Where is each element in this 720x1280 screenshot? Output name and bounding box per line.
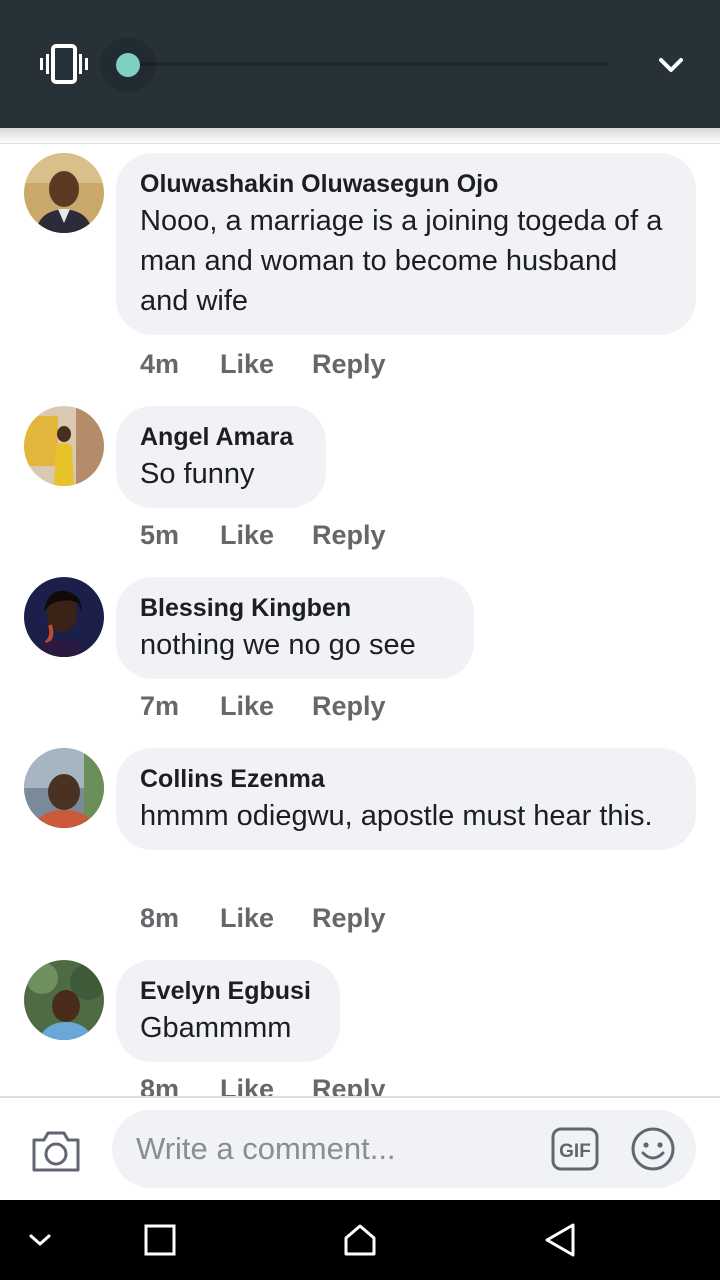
like-button[interactable]: Like xyxy=(220,1074,312,1096)
camera-icon[interactable] xyxy=(30,1128,82,1174)
comment-author[interactable]: Collins Ezenma xyxy=(140,762,672,796)
comment-actions: 7m Like Reply xyxy=(140,691,386,722)
comment-actions: 8m Like Reply xyxy=(140,1074,386,1096)
comment-actions: 8m Like Reply xyxy=(140,903,386,934)
recents-square-icon xyxy=(144,1224,176,1256)
comment-actions: 5m Like Reply xyxy=(140,520,386,551)
comment-bubble[interactable]: Angel Amara So funny xyxy=(116,406,326,508)
vibrate-icon[interactable] xyxy=(38,44,90,84)
comment-text: Gbammmm xyxy=(140,1012,292,1044)
volume-panel xyxy=(0,0,720,128)
comment-actions: 4m Like Reply xyxy=(140,349,386,380)
chevron-down-icon[interactable] xyxy=(654,52,688,78)
reply-button[interactable]: Reply xyxy=(312,349,386,380)
nav-recents-button[interactable] xyxy=(120,1200,200,1280)
comment-author[interactable]: Evelyn Egbusi xyxy=(140,974,316,1008)
comment-text: So funny xyxy=(140,458,255,490)
avatar[interactable] xyxy=(24,960,104,1040)
emoji-icon[interactable] xyxy=(630,1126,676,1172)
comment-author[interactable]: Blessing Kingben xyxy=(140,591,450,625)
like-button[interactable]: Like xyxy=(220,349,312,380)
nav-home-button[interactable] xyxy=(320,1200,400,1280)
home-icon xyxy=(344,1224,376,1256)
chevron-down-icon xyxy=(29,1234,51,1246)
volume-slider-track[interactable] xyxy=(128,62,608,66)
comment-list[interactable]: Oluwashakin Oluwasegun Ojo Nooo, a marri… xyxy=(0,144,720,1096)
reply-button[interactable]: Reply xyxy=(312,1074,386,1096)
comment-time: 4m xyxy=(140,349,180,379)
reply-button[interactable]: Reply xyxy=(312,520,386,551)
avatar[interactable] xyxy=(24,748,104,828)
comment-input[interactable] xyxy=(136,1110,536,1188)
comment-input-wrapper[interactable]: GIF xyxy=(112,1110,696,1188)
gif-label: GIF xyxy=(559,1141,591,1162)
gif-icon[interactable]: GIF xyxy=(550,1126,600,1172)
comment-bubble[interactable]: Oluwashakin Oluwasegun Ojo Nooo, a marri… xyxy=(116,153,696,335)
comment-time: 5m xyxy=(140,520,180,550)
comment-time: 8m xyxy=(140,903,180,933)
avatar[interactable] xyxy=(24,406,104,486)
comment-bubble[interactable]: Collins Ezenma hmmm odiegwu, apostle mus… xyxy=(116,748,696,850)
like-button[interactable]: Like xyxy=(220,691,312,722)
avatar[interactable] xyxy=(24,153,104,233)
reply-button[interactable]: Reply xyxy=(312,691,386,722)
comment-time: 8m xyxy=(140,1074,180,1096)
comment-text: nothing we no go see xyxy=(140,629,416,661)
comment-bubble[interactable]: Blessing Kingben nothing we no go see xyxy=(116,577,474,679)
comment-bubble[interactable]: Evelyn Egbusi Gbammmm xyxy=(116,960,340,1062)
volume-slider-thumb[interactable] xyxy=(116,53,140,77)
back-triangle-icon xyxy=(545,1223,575,1257)
like-button[interactable]: Like xyxy=(220,903,312,934)
nav-back-button[interactable] xyxy=(520,1200,600,1280)
avatar[interactable] xyxy=(24,577,104,657)
panel-shadow xyxy=(0,128,720,144)
reply-button[interactable]: Reply xyxy=(312,903,386,934)
comment-author[interactable]: Angel Amara xyxy=(140,420,302,454)
comment-time: 7m xyxy=(140,691,180,721)
comment-text: hmmm odiegwu, apostle must hear this. xyxy=(140,800,653,832)
system-nav-bar xyxy=(0,1200,720,1280)
like-button[interactable]: Like xyxy=(220,520,312,551)
comment-composer: GIF xyxy=(0,1096,720,1200)
nav-hide-button[interactable] xyxy=(0,1200,80,1280)
comment-text: Nooo, a marriage is a joining togeda of … xyxy=(140,205,663,317)
comment-author[interactable]: Oluwashakin Oluwasegun Ojo xyxy=(140,167,672,201)
